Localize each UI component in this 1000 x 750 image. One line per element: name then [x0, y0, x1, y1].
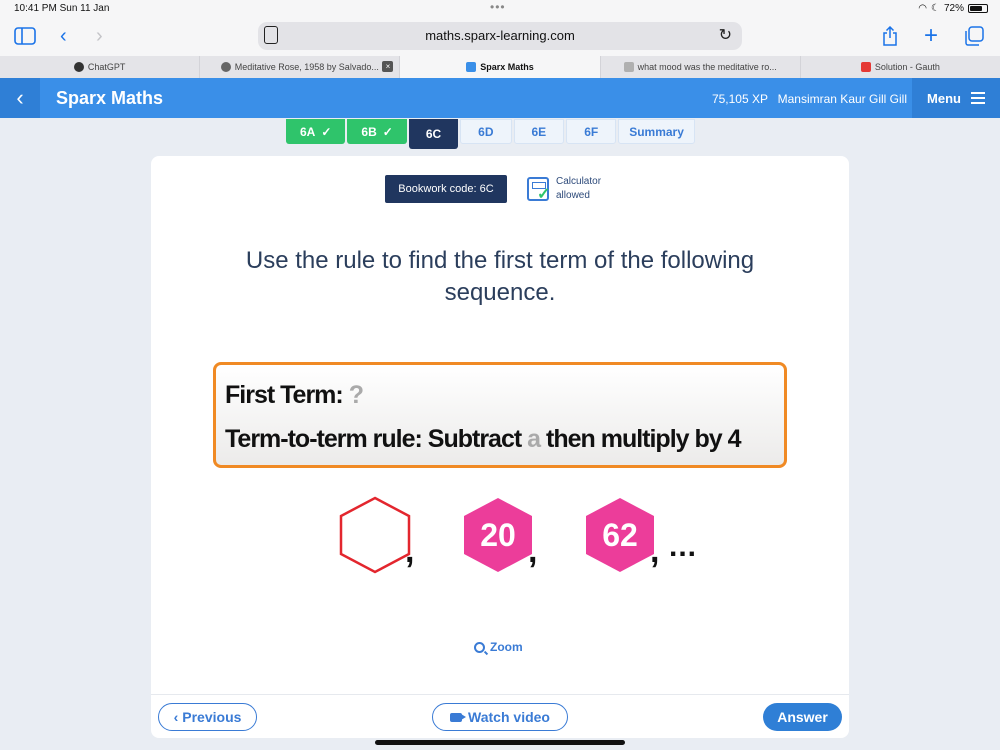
task-tab-label: 6F: [584, 124, 599, 139]
question-card: Bookwork code: 6C ✓ Calculator allowed U…: [151, 156, 849, 738]
status-bar: 10:41 PM Sun 11 Jan ••• ◠ ☾ 72%: [0, 0, 1000, 18]
gauth-icon: [860, 62, 871, 72]
bookwork-code: Bookwork code: 6C: [385, 175, 507, 203]
task-tab-6d[interactable]: 6D: [460, 119, 512, 144]
task-tab-6c[interactable]: 6C: [408, 119, 459, 149]
task-tab-6b[interactable]: 6B ✓: [347, 119, 407, 144]
watch-video-label: Watch video: [468, 709, 550, 725]
tab-label: Solution - Gauth: [874, 62, 940, 72]
answer-label: Answer: [777, 709, 828, 725]
back-arrow-icon[interactable]: ‹: [60, 24, 67, 48]
share-icon[interactable]: [882, 24, 898, 48]
tab-label: Sparx Maths: [480, 62, 534, 72]
rule-label: Term-to-term rule: Subtract: [225, 425, 522, 453]
calculator-line1: Calculator: [556, 176, 602, 187]
task-tab-label: 6E: [531, 124, 547, 139]
close-tab-icon[interactable]: ×: [382, 61, 394, 72]
tab-label: Meditative Rose, 1958 by Salvado...: [234, 62, 379, 72]
tab-overview-icon[interactable]: [964, 24, 984, 48]
task-tab-label: Summary: [629, 124, 684, 139]
new-tab-icon[interactable]: +: [924, 22, 938, 49]
painting-icon: [220, 62, 231, 72]
sparx-header: ‹ Sparx Maths 75,105 XP Mansimran Kaur G…: [0, 78, 1000, 118]
menu-button[interactable]: Menu: [912, 78, 1000, 118]
comma: ,: [650, 532, 660, 570]
calculator-line2: allowed: [556, 190, 590, 201]
tab-meditative-rose[interactable]: Meditative Rose, 1958 by Salvado... ×: [200, 56, 401, 78]
first-term-line: First Term: ?: [225, 381, 364, 410]
sidebar-icon[interactable]: [14, 24, 36, 48]
status-right: ◠ ☾ 72%: [918, 3, 988, 14]
tab-mood-search[interactable]: what mood was the meditative ro...: [601, 56, 801, 78]
tab-sparx-maths[interactable]: Sparx Maths: [400, 56, 601, 78]
brand-title: Sparx Maths: [56, 88, 164, 108]
question-text: Use the rule to find the first term of t…: [245, 247, 755, 306]
zoom-icon: [474, 641, 485, 653]
rule-line: Term-to-term rule: Subtract a then multi…: [225, 425, 742, 454]
url-text: maths.sparx-learning.com: [425, 28, 575, 43]
video-camera-icon: [450, 712, 467, 722]
user-name: Mansimran Kaur Gill Gill: [777, 92, 907, 106]
rule-box: First Term: ? Term-to-term rule: Subtrac…: [213, 362, 787, 468]
task-tab-label: 6B: [361, 124, 377, 139]
sequence-term: 20: [480, 517, 516, 553]
search-result-icon: [623, 62, 634, 72]
task-tab-label: 6A: [300, 124, 316, 139]
home-indicator[interactable]: [375, 740, 625, 745]
rule-variable: a: [527, 425, 541, 453]
check-icon: ✓: [382, 124, 393, 139]
check-icon: ✓: [537, 186, 551, 203]
term-hexagon: 62: [586, 498, 654, 572]
calculator-status: Calculator allowed: [556, 175, 601, 203]
comma: ,: [405, 532, 415, 570]
first-term-label: First Term:: [225, 381, 344, 409]
divider: [151, 694, 849, 695]
zoom-label: Zoom: [490, 640, 523, 654]
previous-button[interactable]: ‹ Previous: [158, 703, 257, 731]
rule-tail: then multiply by 4: [546, 425, 742, 453]
task-tabs: 6A ✓ 6B ✓ 6C 6D 6E 6F Summary: [286, 119, 695, 149]
task-tab-6a[interactable]: 6A ✓: [286, 119, 346, 144]
tab-gauth[interactable]: Solution - Gauth: [801, 56, 1000, 78]
previous-label: Previous: [182, 709, 242, 725]
task-tab-label: 6D: [478, 124, 494, 139]
back-chevron-icon[interactable]: ‹: [0, 78, 40, 118]
comma: ,: [528, 532, 538, 570]
chevron-left-icon: ‹: [173, 709, 179, 725]
term-hexagon: 20: [464, 498, 532, 572]
answer-button[interactable]: Answer: [763, 703, 842, 731]
hamburger-icon: [970, 92, 985, 104]
tab-label: ChatGPT: [87, 62, 126, 72]
empty-term-hexagon: [339, 496, 411, 574]
watch-video-button[interactable]: Watch video: [432, 703, 568, 731]
menu-label: Menu: [927, 90, 961, 106]
sparx-icon: [466, 62, 477, 72]
task-tab-6e[interactable]: 6E: [513, 119, 565, 144]
wifi-icon: ◠: [918, 3, 928, 14]
tab-label: what mood was the meditative ro...: [637, 62, 777, 72]
browser-toolbar: ‹ › maths.sparx-learning.com ↻ +: [0, 18, 1000, 56]
task-tab-6f[interactable]: 6F: [566, 119, 617, 144]
reload-icon[interactable]: ↻: [719, 25, 732, 45]
xp-count: 75,105 XP: [711, 92, 768, 106]
task-tab-summary[interactable]: Summary: [618, 119, 695, 144]
tab-chatgpt[interactable]: ChatGPT: [0, 56, 201, 78]
chatgpt-icon: [73, 62, 84, 72]
sequence-term: 62: [602, 517, 638, 553]
sequence: , 20 , 62 , ...: [151, 496, 849, 576]
browser-tabs: ChatGPT Meditative Rose, 1958 by Salvado…: [0, 56, 1000, 78]
moon-icon: ☾: [931, 3, 940, 14]
battery-icon: [968, 4, 988, 13]
check-icon: ✓: [321, 124, 332, 139]
forward-arrow-icon[interactable]: ›: [96, 24, 103, 48]
url-bar[interactable]: maths.sparx-learning.com ↻: [258, 22, 742, 50]
ellipsis: ...: [669, 530, 698, 563]
first-term-value: ?: [348, 381, 364, 409]
battery-percent: 72%: [943, 3, 964, 14]
task-tab-label: 6C: [425, 127, 442, 141]
zoom-button[interactable]: Zoom: [474, 640, 523, 654]
more-dots-icon[interactable]: •••: [490, 0, 506, 14]
status-time: 10:41 PM Sun 11 Jan: [14, 3, 110, 14]
